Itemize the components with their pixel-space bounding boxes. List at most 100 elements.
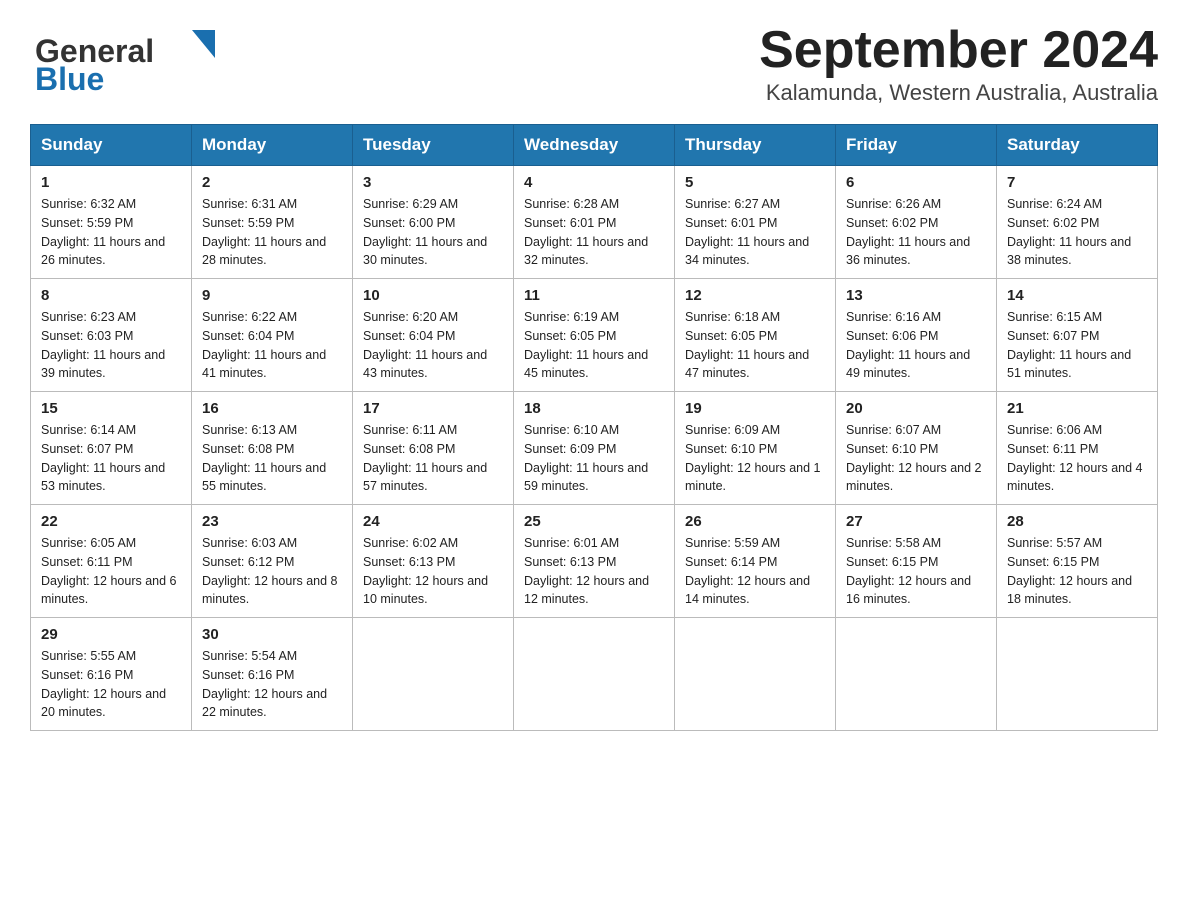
calendar-cell: 10Sunrise: 6:20 AMSunset: 6:04 PMDayligh… [353,279,514,392]
calendar-table: Sunday Monday Tuesday Wednesday Thursday… [30,124,1158,731]
calendar-cell: 11Sunrise: 6:19 AMSunset: 6:05 PMDayligh… [514,279,675,392]
calendar-week-4: 22Sunrise: 6:05 AMSunset: 6:11 PMDayligh… [31,505,1158,618]
day-number: 14 [1007,287,1147,304]
day-number: 20 [846,400,986,417]
page-header: General Blue September 2024 Kalamunda, W… [30,20,1158,106]
calendar-header: Sunday Monday Tuesday Wednesday Thursday… [31,125,1158,166]
col-tuesday: Tuesday [353,125,514,166]
day-info: Sunrise: 6:31 AMSunset: 5:59 PMDaylight:… [202,195,342,270]
day-info: Sunrise: 6:28 AMSunset: 6:01 PMDaylight:… [524,195,664,270]
calendar-week-5: 29 Sunrise: 5:55 AMSunset: 6:16 PMDayligh… [31,618,1158,731]
calendar-cell [353,618,514,731]
calendar-cell: 22Sunrise: 6:05 AMSunset: 6:11 PMDayligh… [31,505,192,618]
day-info: Sunrise: 6:20 AMSunset: 6:04 PMDaylight:… [363,308,503,383]
day-info: Sunrise: 6:10 AMSunset: 6:09 PMDaylight:… [524,421,664,496]
day-number: 3 [363,174,503,191]
day-number: 1 [41,174,181,191]
day-info: Sunrise: 6:15 AMSunset: 6:07 PMDaylight:… [1007,308,1147,383]
col-sunday: Sunday [31,125,192,166]
day-number: 7 [1007,174,1147,191]
day-number: 2 [202,174,342,191]
day-info: Sunrise: 6:03 AMSunset: 6:12 PMDaylight:… [202,534,342,609]
day-number: 29 [41,626,181,643]
calendar-cell: 8 Sunrise: 6:23 AMSunset: 6:03 PMDaylight… [31,279,192,392]
calendar-cell: 20 Sunrise: 6:07 AMSunset: 6:10 PMDayligh… [836,392,997,505]
calendar-cell: 14 Sunrise: 6:15 AMSunset: 6:07 PMDayligh… [997,279,1158,392]
day-info: Sunrise: 6:19 AMSunset: 6:05 PMDaylight:… [524,308,664,383]
day-info: Sunrise: 6:24 AMSunset: 6:02 PMDaylight:… [1007,195,1147,270]
calendar-cell: 24Sunrise: 6:02 AMSunset: 6:13 PMDayligh… [353,505,514,618]
day-info: Sunrise: 6:16 AMSunset: 6:06 PMDaylight:… [846,308,986,383]
col-friday: Friday [836,125,997,166]
calendar-cell: 2 Sunrise: 6:31 AMSunset: 5:59 PMDaylight… [192,166,353,279]
calendar-week-3: 15 Sunrise: 6:14 AMSunset: 6:07 PMDayligh… [31,392,1158,505]
day-info: Sunrise: 6:23 AMSunset: 6:03 PMDaylight:… [41,308,181,383]
calendar-cell: 29 Sunrise: 5:55 AMSunset: 6:16 PMDayligh… [31,618,192,731]
calendar-cell: 30Sunrise: 5:54 AMSunset: 6:16 PMDayligh… [192,618,353,731]
calendar-cell [675,618,836,731]
day-info: Sunrise: 6:02 AMSunset: 6:13 PMDaylight:… [363,534,503,609]
day-info: Sunrise: 5:57 AMSunset: 6:15 PMDaylight:… [1007,534,1147,609]
day-number: 27 [846,513,986,530]
day-info: Sunrise: 6:29 AMSunset: 6:00 PMDaylight:… [363,195,503,270]
calendar-cell: 5 Sunrise: 6:27 AMSunset: 6:01 PMDaylight… [675,166,836,279]
day-info: Sunrise: 6:01 AMSunset: 6:13 PMDaylight:… [524,534,664,609]
calendar-cell [836,618,997,731]
calendar-cell: 1 Sunrise: 6:32 AMSunset: 5:59 PMDaylight… [31,166,192,279]
calendar-cell [997,618,1158,731]
calendar-cell: 3 Sunrise: 6:29 AMSunset: 6:00 PMDaylight… [353,166,514,279]
col-saturday: Saturday [997,125,1158,166]
calendar-cell: 12 Sunrise: 6:18 AMSunset: 6:05 PMDayligh… [675,279,836,392]
day-number: 8 [41,287,181,304]
day-number: 15 [41,400,181,417]
day-info: Sunrise: 6:07 AMSunset: 6:10 PMDaylight:… [846,421,986,496]
day-info: Sunrise: 6:06 AMSunset: 6:11 PMDaylight:… [1007,421,1147,496]
calendar-cell: 17Sunrise: 6:11 AMSunset: 6:08 PMDayligh… [353,392,514,505]
calendar-cell: 9Sunrise: 6:22 AMSunset: 6:04 PMDaylight… [192,279,353,392]
day-number: 16 [202,400,342,417]
calendar-cell: 27 Sunrise: 5:58 AMSunset: 6:15 PMDayligh… [836,505,997,618]
day-number: 30 [202,626,342,643]
day-info: Sunrise: 5:58 AMSunset: 6:15 PMDaylight:… [846,534,986,609]
day-info: Sunrise: 6:14 AMSunset: 6:07 PMDaylight:… [41,421,181,496]
day-info: Sunrise: 6:09 AMSunset: 6:10 PMDaylight:… [685,421,825,496]
day-info: Sunrise: 5:55 AMSunset: 6:16 PMDaylight:… [41,647,181,722]
day-info: Sunrise: 6:27 AMSunset: 6:01 PMDaylight:… [685,195,825,270]
calendar-cell: 6Sunrise: 6:26 AMSunset: 6:02 PMDaylight… [836,166,997,279]
calendar-cell: 23 Sunrise: 6:03 AMSunset: 6:12 PMDayligh… [192,505,353,618]
calendar-week-1: 1 Sunrise: 6:32 AMSunset: 5:59 PMDaylight… [31,166,1158,279]
svg-text:Blue: Blue [35,61,104,95]
calendar-cell: 19 Sunrise: 6:09 AMSunset: 6:10 PMDayligh… [675,392,836,505]
day-number: 12 [685,287,825,304]
calendar-cell: 13 Sunrise: 6:16 AMSunset: 6:06 PMDayligh… [836,279,997,392]
calendar-cell [514,618,675,731]
title-block: September 2024 Kalamunda, Western Austra… [759,20,1158,106]
page-title: September 2024 [759,20,1158,80]
logo-image: General Blue [30,20,215,100]
calendar-cell: 7 Sunrise: 6:24 AMSunset: 6:02 PMDaylight… [997,166,1158,279]
calendar-cell: 26Sunrise: 5:59 AMSunset: 6:14 PMDayligh… [675,505,836,618]
day-number: 26 [685,513,825,530]
col-thursday: Thursday [675,125,836,166]
calendar-cell: 21Sunrise: 6:06 AMSunset: 6:11 PMDayligh… [997,392,1158,505]
day-number: 28 [1007,513,1147,530]
calendar-cell: 16 Sunrise: 6:13 AMSunset: 6:08 PMDayligh… [192,392,353,505]
calendar-cell: 4Sunrise: 6:28 AMSunset: 6:01 PMDaylight… [514,166,675,279]
day-number: 25 [524,513,664,530]
day-info: Sunrise: 6:18 AMSunset: 6:05 PMDaylight:… [685,308,825,383]
day-number: 5 [685,174,825,191]
col-monday: Monday [192,125,353,166]
day-info: Sunrise: 6:22 AMSunset: 6:04 PMDaylight:… [202,308,342,383]
col-wednesday: Wednesday [514,125,675,166]
day-info: Sunrise: 6:05 AMSunset: 6:11 PMDaylight:… [41,534,181,609]
day-number: 6 [846,174,986,191]
day-info: Sunrise: 6:32 AMSunset: 5:59 PMDaylight:… [41,195,181,270]
day-info: Sunrise: 6:11 AMSunset: 6:08 PMDaylight:… [363,421,503,496]
logo: General Blue [30,20,215,100]
day-number: 13 [846,287,986,304]
calendar-cell: 28 Sunrise: 5:57 AMSunset: 6:15 PMDayligh… [997,505,1158,618]
day-number: 19 [685,400,825,417]
day-info: Sunrise: 6:13 AMSunset: 6:08 PMDaylight:… [202,421,342,496]
header-row: Sunday Monday Tuesday Wednesday Thursday… [31,125,1158,166]
day-number: 23 [202,513,342,530]
